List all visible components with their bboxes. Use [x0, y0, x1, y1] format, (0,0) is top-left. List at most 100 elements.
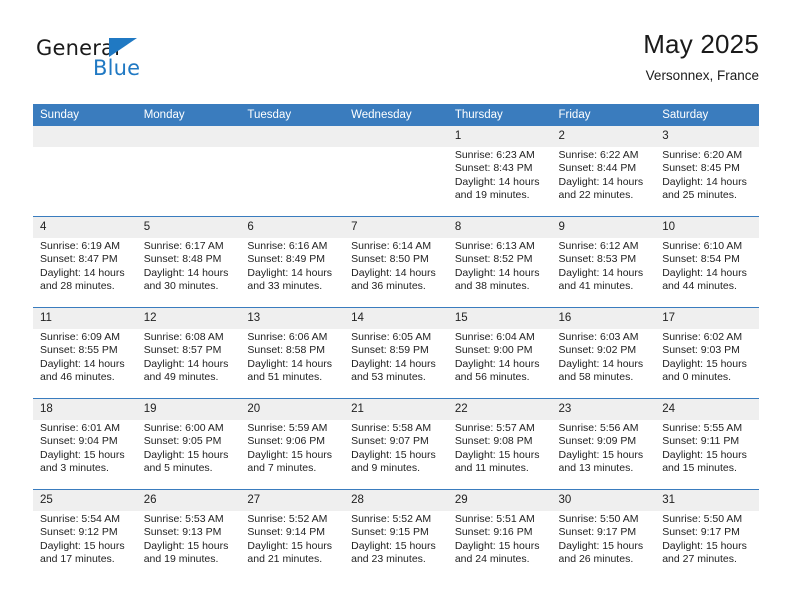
- calendar-day-cell[interactable]: 11 Sunrise: 6:09 AM Sunset: 8:55 PM Dayligh…: [33, 307, 137, 399]
- sunset-text: Sunset: 8:57 PM: [143, 344, 222, 357]
- calendar-day-cell[interactable]: 31 Sunrise: 5:50 AM Sunset: 9:17 PM Dayligh…: [655, 489, 759, 580]
- sunrise-text: Sunrise: 6:03 AM: [558, 331, 639, 343]
- day-number: 25: [33, 490, 137, 511]
- calendar-day-cell[interactable]: 3 Sunrise: 6:20 AM Sunset: 8:45 PM Daylight…: [655, 126, 759, 217]
- day-sun-info: Sunrise: 6:06 AM Sunset: 8:58 PM Daylight:…: [240, 329, 344, 385]
- daylight-text-line1: Daylight: 14 hours: [558, 266, 644, 279]
- calendar-day-cell[interactable]: 5 Sunrise: 6:17 AM Sunset: 8:48 PM Daylight…: [136, 216, 241, 308]
- daylight-text-line1: Daylight: 14 hours: [662, 266, 747, 279]
- sunrise-text: Sunrise: 6:01 AM: [40, 422, 120, 434]
- sunset-text: Sunset: 8:50 PM: [351, 253, 429, 266]
- day-number: 9: [551, 217, 656, 238]
- day-sun-info: Sunrise: 5:55 AM Sunset: 9:11 PM Daylight:…: [655, 420, 759, 476]
- calendar-day-cell[interactable]: 17 Sunrise: 6:02 AM Sunset: 9:03 PM Dayligh…: [655, 307, 759, 399]
- sunset-text: Sunset: 8:58 PM: [247, 344, 326, 357]
- calendar-day-cell[interactable]: 10 Sunrise: 6:10 AM Sunset: 8:54 PM Dayligh…: [655, 216, 759, 308]
- calendar-day-cell[interactable]: 16 Sunrise: 6:03 AM Sunset: 9:02 PM Dayligh…: [551, 307, 656, 399]
- day-sun-info: Sunrise: 6:03 AM Sunset: 9:02 PM Daylight:…: [552, 329, 656, 385]
- calendar-day-cell[interactable]: 24 Sunrise: 5:55 AM Sunset: 9:11 PM Dayligh…: [655, 398, 759, 490]
- day-sun-info: Sunrise: 5:50 AM Sunset: 9:17 PM Daylight:…: [655, 511, 759, 567]
- page-subtitle: Versonnex, France: [645, 68, 759, 83]
- day-sun-info: Sunrise: 6:17 AM Sunset: 8:48 PM Daylight:…: [137, 238, 241, 294]
- calendar-day-cell[interactable]: 6 Sunrise: 6:16 AM Sunset: 8:49 PM Daylight…: [240, 216, 345, 308]
- calendar-day-cell[interactable]: 22 Sunrise: 5:57 AM Sunset: 9:08 PM Dayligh…: [447, 398, 552, 490]
- calendar-body: 1 Sunrise: 6:23 AM Sunset: 8:43 PM Daylight…: [33, 126, 759, 580]
- sunrise-text: Sunrise: 5:55 AM: [662, 422, 743, 434]
- calendar-day-cell[interactable]: 12 Sunrise: 6:08 AM Sunset: 8:57 PM Dayligh…: [136, 307, 241, 399]
- sunrise-text: Sunrise: 6:20 AM: [662, 149, 743, 161]
- sunrise-text: Sunrise: 6:14 AM: [351, 240, 432, 252]
- day-sun-info: Sunrise: 6:23 AM Sunset: 8:43 PM Daylight:…: [448, 147, 552, 203]
- calendar-cell-empty: [344, 126, 448, 217]
- calendar-day-cell[interactable]: 4 Sunrise: 6:19 AM Sunset: 8:47 PM Daylight…: [33, 216, 137, 308]
- day-sun-info: Sunrise: 6:04 AM Sunset: 9:00 PM Daylight:…: [448, 329, 552, 385]
- day-number: [344, 126, 448, 147]
- daylight-text-line1: Daylight: 15 hours: [558, 539, 644, 552]
- day-number: 2: [551, 126, 656, 147]
- calendar-week-row: 4 Sunrise: 6:19 AM Sunset: 8:47 PM Daylight…: [33, 216, 759, 308]
- day-number: 23: [551, 399, 656, 420]
- sunset-text: Sunset: 9:08 PM: [454, 435, 533, 448]
- sunset-text: Sunset: 8:44 PM: [558, 162, 637, 175]
- daylight-text-line2: and 46 minutes.: [40, 371, 115, 384]
- daylight-text-line1: Daylight: 14 hours: [247, 266, 333, 279]
- day-number: 12: [136, 308, 241, 329]
- daylight-text-line1: Daylight: 15 hours: [351, 539, 436, 552]
- sunset-text: Sunset: 9:03 PM: [662, 344, 740, 357]
- sunset-text: Sunset: 8:55 PM: [40, 344, 118, 357]
- day-number: 15: [447, 308, 552, 329]
- calendar-day-cell[interactable]: 23 Sunrise: 5:56 AM Sunset: 9:09 PM Dayligh…: [551, 398, 656, 490]
- calendar-week-row: 25 Sunrise: 5:54 AM Sunset: 9:12 PM Dayligh…: [33, 489, 759, 580]
- daylight-text-line1: Daylight: 15 hours: [247, 448, 333, 461]
- calendar-day-cell[interactable]: 26 Sunrise: 5:53 AM Sunset: 9:13 PM Dayligh…: [136, 489, 241, 580]
- sunset-text: Sunset: 9:12 PM: [40, 526, 118, 539]
- calendar-day-cell[interactable]: 1 Sunrise: 6:23 AM Sunset: 8:43 PM Daylight…: [447, 126, 552, 217]
- sunrise-text: Sunrise: 6:10 AM: [662, 240, 743, 252]
- sunset-text: Sunset: 8:45 PM: [662, 162, 740, 175]
- daylight-text-line2: and 15 minutes.: [662, 462, 737, 475]
- calendar-day-cell[interactable]: 7 Sunrise: 6:14 AM Sunset: 8:50 PM Daylight…: [344, 216, 448, 308]
- sunrise-text: Sunrise: 6:05 AM: [351, 331, 432, 343]
- calendar-cell-empty: [136, 126, 241, 217]
- day-sun-info: Sunrise: 5:53 AM Sunset: 9:13 PM Daylight:…: [137, 511, 241, 567]
- brand-logo[interactable]: General Blue: [36, 36, 236, 92]
- sunset-text: Sunset: 8:59 PM: [351, 344, 429, 357]
- daylight-text-line2: and 41 minutes.: [558, 280, 634, 293]
- calendar-day-cell[interactable]: 13 Sunrise: 6:06 AM Sunset: 8:58 PM Dayligh…: [240, 307, 345, 399]
- calendar-day-cell[interactable]: 2 Sunrise: 6:22 AM Sunset: 8:44 PM Daylight…: [551, 126, 656, 217]
- calendar-day-cell[interactable]: 21 Sunrise: 5:58 AM Sunset: 9:07 PM Dayligh…: [344, 398, 448, 490]
- sunrise-text: Sunrise: 6:00 AM: [143, 422, 224, 434]
- calendar-day-cell[interactable]: 9 Sunrise: 6:12 AM Sunset: 8:53 PM Daylight…: [551, 216, 656, 308]
- daylight-text-line1: Daylight: 15 hours: [662, 448, 747, 461]
- daylight-text-line2: and 9 minutes.: [351, 462, 420, 475]
- calendar-day-cell[interactable]: 30 Sunrise: 5:50 AM Sunset: 9:17 PM Dayligh…: [551, 489, 656, 580]
- sunrise-text: Sunrise: 5:52 AM: [351, 513, 432, 525]
- day-number: 6: [240, 217, 345, 238]
- day-sun-info: Sunrise: 5:58 AM Sunset: 9:07 PM Daylight:…: [344, 420, 448, 476]
- page-header: General Blue May 2025 Versonnex, France: [33, 28, 759, 100]
- calendar-day-cell[interactable]: 8 Sunrise: 6:13 AM Sunset: 8:52 PM Daylight…: [447, 216, 552, 308]
- calendar-day-cell[interactable]: 14 Sunrise: 6:05 AM Sunset: 8:59 PM Dayligh…: [344, 307, 448, 399]
- calendar-day-cell[interactable]: 29 Sunrise: 5:51 AM Sunset: 9:16 PM Dayligh…: [447, 489, 552, 580]
- calendar-day-cell[interactable]: 19 Sunrise: 6:00 AM Sunset: 9:05 PM Dayligh…: [136, 398, 241, 490]
- sunrise-text: Sunrise: 6:06 AM: [247, 331, 328, 343]
- daylight-text-line2: and 19 minutes.: [143, 553, 219, 566]
- weekday-header-thursday: Thursday: [447, 104, 552, 126]
- daylight-text-line2: and 17 minutes.: [40, 553, 115, 566]
- day-number: 31: [655, 490, 759, 511]
- day-number: 17: [655, 308, 759, 329]
- sunset-text: Sunset: 9:06 PM: [247, 435, 326, 448]
- calendar-day-cell[interactable]: 15 Sunrise: 6:04 AM Sunset: 9:00 PM Dayligh…: [447, 307, 552, 399]
- daylight-text-line1: Daylight: 15 hours: [143, 539, 229, 552]
- calendar-day-cell[interactable]: 20 Sunrise: 5:59 AM Sunset: 9:06 PM Dayligh…: [240, 398, 345, 490]
- day-sun-info: Sunrise: 5:51 AM Sunset: 9:16 PM Daylight:…: [448, 511, 552, 567]
- daylight-text-line1: Daylight: 14 hours: [351, 357, 436, 370]
- daylight-text-line1: Daylight: 14 hours: [558, 175, 644, 188]
- calendar-day-cell[interactable]: 18 Sunrise: 6:01 AM Sunset: 9:04 PM Dayligh…: [33, 398, 137, 490]
- calendar-day-cell[interactable]: 28 Sunrise: 5:52 AM Sunset: 9:15 PM Dayligh…: [344, 489, 448, 580]
- weekday-header-sunday: Sunday: [33, 104, 137, 126]
- day-number: 10: [655, 217, 759, 238]
- calendar-day-cell[interactable]: 27 Sunrise: 5:52 AM Sunset: 9:14 PM Dayligh…: [240, 489, 345, 580]
- calendar-day-cell[interactable]: 25 Sunrise: 5:54 AM Sunset: 9:12 PM Dayligh…: [33, 489, 137, 580]
- sunrise-text: Sunrise: 6:08 AM: [143, 331, 224, 343]
